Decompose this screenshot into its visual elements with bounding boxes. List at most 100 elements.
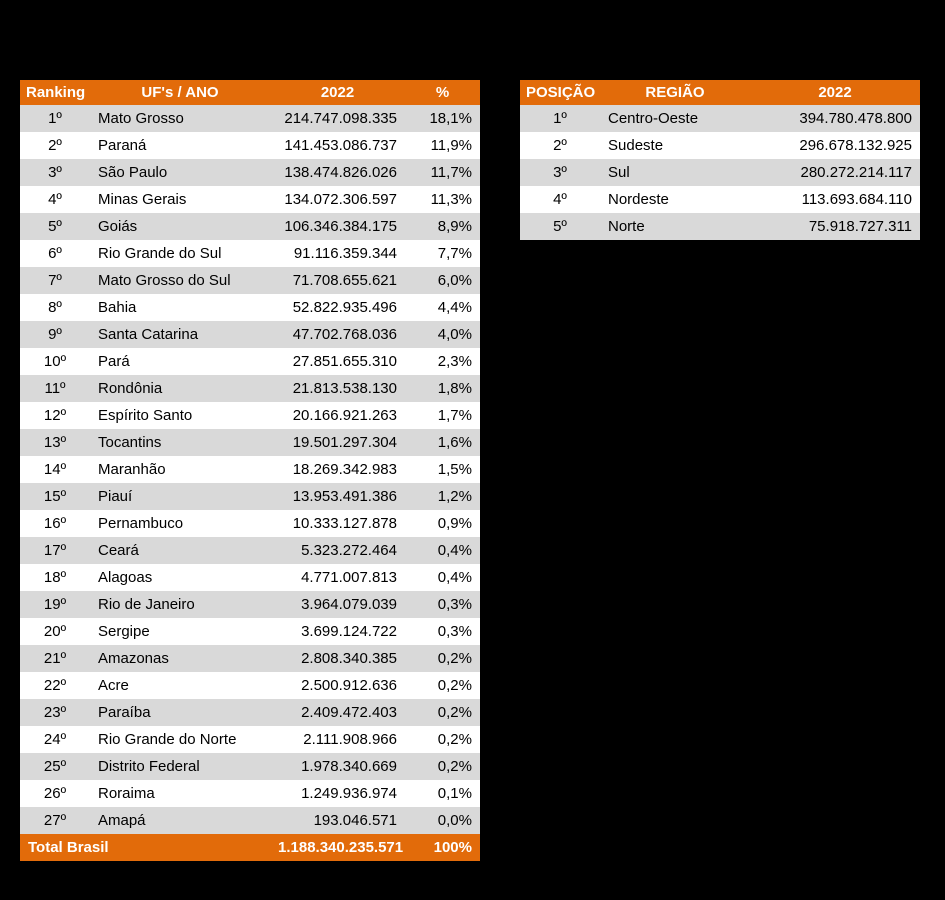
table-row: 25ºDistrito Federal1.978.340.6690,2% <box>20 753 480 780</box>
table-row: 5ºGoiás106.346.384.1758,9% <box>20 213 480 240</box>
value-cell: 2.409.472.403 <box>270 699 405 726</box>
table-row: 21ºAmazonas2.808.340.3850,2% <box>20 645 480 672</box>
col-posicao: POSIÇÃO <box>520 80 600 105</box>
rank-cell: 4º <box>520 186 600 213</box>
table-row: 17ºCeará5.323.272.4640,4% <box>20 537 480 564</box>
rank-cell: 7º <box>20 267 90 294</box>
name-cell: Minas Gerais <box>90 186 270 213</box>
pct-cell: 0,2% <box>405 645 480 672</box>
value-cell: 134.072.306.597 <box>270 186 405 213</box>
rank-cell: 13º <box>20 429 90 456</box>
value-cell: 141.453.086.737 <box>270 132 405 159</box>
table-row: 20ºSergipe3.699.124.7220,3% <box>20 618 480 645</box>
pct-cell: 6,0% <box>405 267 480 294</box>
pct-cell: 0,2% <box>405 726 480 753</box>
pct-cell: 1,6% <box>405 429 480 456</box>
rank-cell: 11º <box>20 375 90 402</box>
value-cell: 27.851.655.310 <box>270 348 405 375</box>
rank-cell: 1º <box>520 105 600 132</box>
uf-ranking-table-container: Ranking UF's / ANO 2022 % 1ºMato Grosso2… <box>20 80 480 861</box>
name-cell: Mato Grosso do Sul <box>90 267 270 294</box>
table-row: 2ºSudeste296.678.132.925 <box>520 132 920 159</box>
value-cell: 214.747.098.335 <box>270 105 405 132</box>
name-cell: Paraíba <box>90 699 270 726</box>
rank-cell: 2º <box>520 132 600 159</box>
page: Ranking UF's / ANO 2022 % 1ºMato Grosso2… <box>0 0 945 881</box>
pct-cell: 0,9% <box>405 510 480 537</box>
rank-cell: 21º <box>20 645 90 672</box>
rank-cell: 4º <box>20 186 90 213</box>
table-row: 11ºRondônia21.813.538.1301,8% <box>20 375 480 402</box>
table-row: 6ºRio Grande do Sul91.116.359.3447,7% <box>20 240 480 267</box>
name-cell: Tocantins <box>90 429 270 456</box>
name-cell: Roraima <box>90 780 270 807</box>
col-pct: % <box>405 80 480 105</box>
name-cell: Alagoas <box>90 564 270 591</box>
value-cell: 5.323.272.464 <box>270 537 405 564</box>
rank-cell: 17º <box>20 537 90 564</box>
table-row: 22ºAcre2.500.912.6360,2% <box>20 672 480 699</box>
pct-cell: 1,7% <box>405 402 480 429</box>
table-row: 3ºSão Paulo138.474.826.02611,7% <box>20 159 480 186</box>
rank-cell: 26º <box>20 780 90 807</box>
table-row: 4ºMinas Gerais134.072.306.59711,3% <box>20 186 480 213</box>
value-cell: 113.693.684.110 <box>750 186 920 213</box>
name-cell: Maranhão <box>90 456 270 483</box>
pct-cell: 0,2% <box>405 753 480 780</box>
pct-cell: 0,2% <box>405 699 480 726</box>
table-row: 19ºRio de Janeiro3.964.079.0390,3% <box>20 591 480 618</box>
pct-cell: 11,7% <box>405 159 480 186</box>
name-cell: Distrito Federal <box>90 753 270 780</box>
rank-cell: 2º <box>20 132 90 159</box>
value-cell: 91.116.359.344 <box>270 240 405 267</box>
name-cell: Rio Grande do Sul <box>90 240 270 267</box>
pct-cell: 0,1% <box>405 780 480 807</box>
name-cell: Norte <box>600 213 750 240</box>
rank-cell: 18º <box>20 564 90 591</box>
name-cell: Paraná <box>90 132 270 159</box>
value-cell: 2.808.340.385 <box>270 645 405 672</box>
value-cell: 280.272.214.117 <box>750 159 920 186</box>
value-cell: 13.953.491.386 <box>270 483 405 510</box>
pct-cell: 2,3% <box>405 348 480 375</box>
value-cell: 75.918.727.311 <box>750 213 920 240</box>
value-cell: 21.813.538.130 <box>270 375 405 402</box>
name-cell: Acre <box>90 672 270 699</box>
value-cell: 1.249.936.974 <box>270 780 405 807</box>
rank-cell: 25º <box>20 753 90 780</box>
uf-table-header-row: Ranking UF's / ANO 2022 % <box>20 80 480 105</box>
table-row: 5ºNorte75.918.727.311 <box>520 213 920 240</box>
rank-cell: 3º <box>520 159 600 186</box>
pct-cell: 11,3% <box>405 186 480 213</box>
value-cell: 3.964.079.039 <box>270 591 405 618</box>
table-row: 1ºCentro-Oeste394.780.478.800 <box>520 105 920 132</box>
value-cell: 18.269.342.983 <box>270 456 405 483</box>
region-ranking-table-container: POSIÇÃO REGIÃO 2022 1ºCentro-Oeste394.78… <box>520 80 920 861</box>
name-cell: Sergipe <box>90 618 270 645</box>
name-cell: Amazonas <box>90 645 270 672</box>
value-cell: 3.699.124.722 <box>270 618 405 645</box>
uf-ranking-table: Ranking UF's / ANO 2022 % 1ºMato Grosso2… <box>20 80 480 861</box>
table-row: 18ºAlagoas4.771.007.8130,4% <box>20 564 480 591</box>
value-cell: 1.978.340.669 <box>270 753 405 780</box>
name-cell: Sul <box>600 159 750 186</box>
col-ranking: Ranking <box>20 80 90 105</box>
table-row: 1ºMato Grosso214.747.098.33518,1% <box>20 105 480 132</box>
table-row: 9ºSanta Catarina47.702.768.0364,0% <box>20 321 480 348</box>
col-2022: 2022 <box>750 80 920 105</box>
value-cell: 2.500.912.636 <box>270 672 405 699</box>
table-row: 23ºParaíba2.409.472.4030,2% <box>20 699 480 726</box>
value-cell: 10.333.127.878 <box>270 510 405 537</box>
table-row: 27ºAmapá193.046.5710,0% <box>20 807 480 834</box>
rank-cell: 14º <box>20 456 90 483</box>
table-row: 16ºPernambuco10.333.127.8780,9% <box>20 510 480 537</box>
table-row: 2ºParaná141.453.086.73711,9% <box>20 132 480 159</box>
name-cell: Rio Grande do Norte <box>90 726 270 753</box>
rank-cell: 19º <box>20 591 90 618</box>
name-cell: Pernambuco <box>90 510 270 537</box>
rank-cell: 15º <box>20 483 90 510</box>
name-cell: Mato Grosso <box>90 105 270 132</box>
value-cell: 71.708.655.621 <box>270 267 405 294</box>
total-label: Total Brasil <box>20 834 270 861</box>
table-row: 15ºPiauí13.953.491.3861,2% <box>20 483 480 510</box>
